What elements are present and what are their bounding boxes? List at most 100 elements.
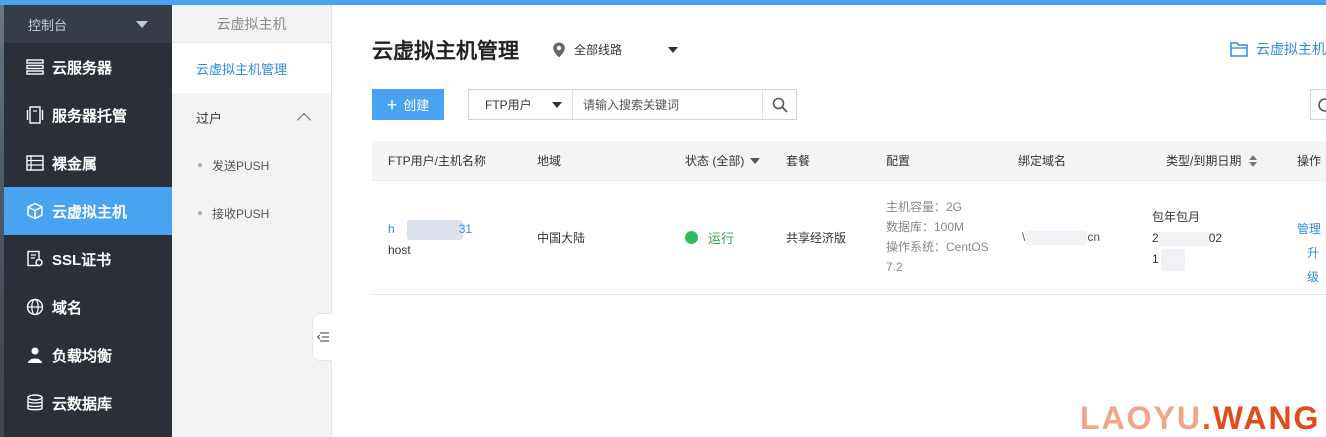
- virtual-host-link[interactable]: 云虚拟主机: [1230, 39, 1326, 59]
- chevron-down-icon: [136, 20, 148, 28]
- cell-name: h 31 host: [388, 219, 472, 260]
- time-prefix: 1: [1152, 252, 1159, 267]
- create-button-label: 创建: [403, 98, 430, 113]
- host-table: FTP用户/主机名称 地域 状态 (全部) 套餐 配置 绑定域名 类型/到期日期…: [372, 141, 1326, 295]
- col-header-region: 地域: [537, 154, 562, 168]
- chevron-down-icon: [668, 46, 679, 53]
- plus-icon: +: [386, 94, 398, 115]
- sidebar-item-bare-metal[interactable]: 裸金属: [4, 139, 172, 187]
- sidebar-item-domain[interactable]: 域名: [4, 283, 172, 331]
- redacted-region: [1160, 249, 1185, 271]
- table-header: FTP用户/主机名称 地域 状态 (全部) 套餐 配置 绑定域名 类型/到期日期…: [372, 141, 1326, 181]
- config-database: 数据库：100M: [886, 220, 965, 234]
- subnav-item-send-push[interactable]: 发送PUSH: [172, 141, 331, 189]
- date-suffix: 02: [1208, 231, 1223, 245]
- search-type-select[interactable]: FTP用户: [469, 90, 573, 119]
- subnav-item-host-management[interactable]: 云虚拟主机管理: [172, 43, 331, 93]
- collapse-subnav-button[interactable]: [312, 313, 332, 361]
- refresh-icon: [1318, 97, 1326, 112]
- subnav-item-receive-push[interactable]: 接收PUSH: [172, 189, 331, 237]
- domain-suffix: cn: [1087, 230, 1101, 245]
- chevron-down-icon: [750, 157, 761, 164]
- redacted-region: [1025, 230, 1088, 245]
- cell-actions: 管理 升级: [1297, 217, 1326, 289]
- col-header-name: FTP用户/主机名称: [388, 154, 486, 168]
- watermark-dot: .: [1202, 400, 1213, 436]
- col-header-status-label: 状态 (全部): [685, 154, 745, 168]
- subnav-item-label: 接收PUSH: [212, 206, 270, 221]
- cell-plan: 共享经济版: [786, 231, 847, 245]
- cell-domain: \ cn: [1022, 230, 1100, 245]
- subnav-item-label: 发送PUSH: [212, 158, 270, 173]
- redacted-region: [1158, 231, 1209, 246]
- sidebar-item-label: 云虚拟主机: [52, 203, 128, 221]
- ftp-user-prefix: h: [388, 222, 395, 236]
- sidebar-item-database[interactable]: 云数据库: [4, 379, 172, 427]
- main-content: 云虚拟主机管理 全部线路 云虚拟主机 + 创建 FTP用户 FTP用户/主机名称…: [332, 5, 1326, 437]
- load-balancer-icon: [27, 347, 43, 363]
- sub-navigation: 云虚拟主机 云虚拟主机管理 过户 发送PUSH 接收PUSH: [172, 5, 332, 437]
- search-bar: FTP用户: [468, 89, 797, 120]
- col-header-domain: 绑定域名: [1018, 154, 1067, 168]
- config-os: 操作系统：CentOS: [886, 240, 989, 254]
- date-prefix: 2: [1152, 231, 1159, 245]
- cube-icon: [27, 202, 43, 220]
- config-os-version: 7.2: [886, 260, 903, 274]
- host-name: host: [388, 242, 411, 257]
- sidebar-item-cloud-server[interactable]: 云服务器: [4, 43, 172, 91]
- sidebar-item-load-balancer[interactable]: 负载均衡: [4, 331, 172, 379]
- collapse-menu-icon: [316, 332, 329, 342]
- sidebar-item-label: 云服务器: [52, 59, 113, 77]
- bullet-icon: [198, 163, 202, 167]
- col-header-type[interactable]: 类型/到期日期: [1166, 152, 1258, 169]
- expiry-time: 1: [1152, 249, 1222, 271]
- create-button[interactable]: + 创建: [372, 89, 444, 120]
- sidebar-item-label: 服务器托管: [52, 107, 128, 125]
- chevron-down-icon: [552, 101, 562, 108]
- sort-icon: [1249, 154, 1258, 167]
- cell-region: 中国大陆: [537, 231, 586, 245]
- sidebar-item-label: 域名: [52, 299, 83, 317]
- console-label: 控制台: [28, 17, 68, 33]
- sidebar-item-server-hosting[interactable]: 服务器托管: [4, 91, 172, 139]
- config-capacity: 主机容量：2G: [886, 200, 963, 214]
- region-label: 全部线路: [574, 43, 623, 57]
- region-selector[interactable]: 全部线路: [552, 41, 679, 58]
- col-header-actions: 操作: [1297, 154, 1322, 168]
- subnav-group-transfer[interactable]: 过户: [172, 93, 331, 141]
- virtual-host-link-label: 云虚拟主机: [1256, 41, 1326, 57]
- search-icon: [772, 97, 788, 113]
- cell-config: 主机容量：2G 数据库：100M 操作系统：CentOS 7.2: [886, 197, 989, 277]
- col-header-config: 配置: [886, 154, 911, 168]
- manage-link[interactable]: 管理: [1297, 217, 1326, 241]
- subnav-group-label: 过户: [196, 110, 223, 126]
- chevron-up-icon: [296, 112, 312, 127]
- ftp-user-suffix: 31: [458, 222, 473, 236]
- table-row: h 31 host 中国大陆 运行 共享经济版 主机容量：2G 数据库：100M …: [372, 181, 1326, 295]
- status-label: 运行: [708, 231, 735, 246]
- ftp-user-link[interactable]: h 31: [388, 219, 472, 240]
- search-input[interactable]: [573, 90, 762, 119]
- upgrade-link[interactable]: 升级: [1297, 241, 1326, 289]
- expiry-date: 2 02: [1152, 228, 1222, 249]
- bullet-icon: [198, 211, 202, 215]
- billing-type: 包年包月: [1152, 210, 1201, 224]
- server-list-icon: [26, 59, 44, 75]
- watermark-logo: LAOYU.WANG: [1080, 400, 1320, 437]
- console-dropdown[interactable]: 控制台: [4, 5, 172, 43]
- refresh-button[interactable]: [1310, 89, 1326, 120]
- sidebar-item-ssl[interactable]: SSL证书: [4, 235, 172, 283]
- col-header-plan: 套餐: [786, 154, 811, 168]
- status-running-icon: [685, 231, 698, 244]
- col-header-status[interactable]: 状态 (全部): [685, 152, 761, 169]
- folder-icon: [1230, 42, 1248, 57]
- bare-metal-icon: [26, 155, 44, 171]
- globe-icon: [26, 298, 44, 316]
- hosting-icon: [26, 106, 44, 124]
- sidebar-item-label: SSL证书: [52, 251, 112, 269]
- database-icon: [27, 394, 43, 411]
- sidebar-item-virtual-host[interactable]: 云虚拟主机: [4, 187, 172, 235]
- watermark-part2: WANG: [1212, 400, 1321, 436]
- search-button[interactable]: [762, 90, 796, 119]
- location-pin-icon: [553, 42, 565, 57]
